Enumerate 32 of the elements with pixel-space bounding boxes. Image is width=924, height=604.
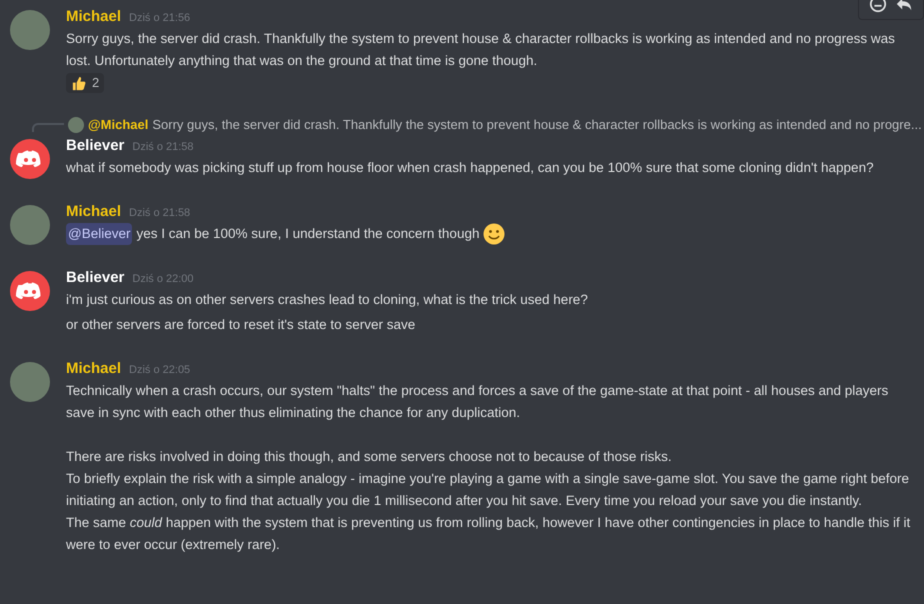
reply-preview-text[interactable]: Sorry guys, the server did crash. Thankfully the system to prevent house & character rollbacks is working as intended and no progre... <box>152 115 922 135</box>
timestamp: Dziś o 22:00 <box>132 272 194 287</box>
reply-connector-line <box>32 123 64 132</box>
message-text: Technically when a crash occurs, our system "halts" the process and forces a save of the game-state at that point - all houses and players save in sync with each other thus eliminating the chance for any duplication. <box>66 382 890 422</box>
message-text: or other servers are forced to reset it's state to server save <box>66 316 416 334</box>
message-text: The same could happen with the system that is preventing us from rolling back, however I have other contingencies in place to handle this if it were to ever occur (extremely rare). <box>66 514 912 554</box>
discord-avatar-icon[interactable] <box>10 271 50 311</box>
author-name[interactable]: Michael <box>66 6 122 28</box>
message-text: Sorry guys, the server did crash. Thankfully the system to prevent house & character rollbacks is working as intended and no progress was lost. Unfortunately anything that was on the ground at that time is gone though. <box>66 30 896 70</box>
timestamp: Dziś o 21:58 <box>132 140 194 155</box>
author-name[interactable]: Believer <box>66 135 124 158</box>
timestamp: Dziś o 21:58 <box>129 206 190 221</box>
message-text: yes I can be 100% sure, I understand the concern though <box>136 225 480 243</box>
author-name[interactable]: Michael <box>66 201 122 224</box>
author-name[interactable]: Michael <box>66 358 122 380</box>
reply-avatar-photo-placeholder <box>68 117 84 133</box>
avatar-photo-placeholder[interactable] <box>10 10 50 50</box>
smiley-emoji-icon <box>483 223 506 245</box>
avatar-photo-placeholder[interactable] <box>10 205 50 245</box>
message-text: what if somebody was picking stuff up from house floor when crash happened, can you be 100% sure that some cloning didn't happen? <box>66 159 875 177</box>
discord-avatar-icon[interactable] <box>10 139 50 179</box>
message-text: i'm just curious as on other servers crashes lead to cloning, what is the trick used here? <box>66 291 589 309</box>
timestamp: Dziś o 22:05 <box>129 363 190 378</box>
avatar-photo-placeholder[interactable] <box>10 362 50 402</box>
message-text: To briefly explain the risk with a simple analogy - imagine you're playing a game with a single save-game slot. You save the game right before initiating an action, only to find that actually you die 1 millisecond after you hit save. Every time you reload your save you die instantly. <box>66 470 910 510</box>
user-mention[interactable]: @Believer <box>66 223 132 245</box>
message-text: There are risks involved in doing this though, and some servers choose not to because of those risks. <box>66 448 673 466</box>
author-name[interactable]: Believer <box>66 267 124 290</box>
thumbs-up-icon <box>71 76 86 90</box>
reply-author[interactable]: @Michael <box>88 115 148 135</box>
timestamp: Dziś o 21:56 <box>129 11 190 26</box>
reaction-button[interactable]: 2 <box>66 73 104 93</box>
